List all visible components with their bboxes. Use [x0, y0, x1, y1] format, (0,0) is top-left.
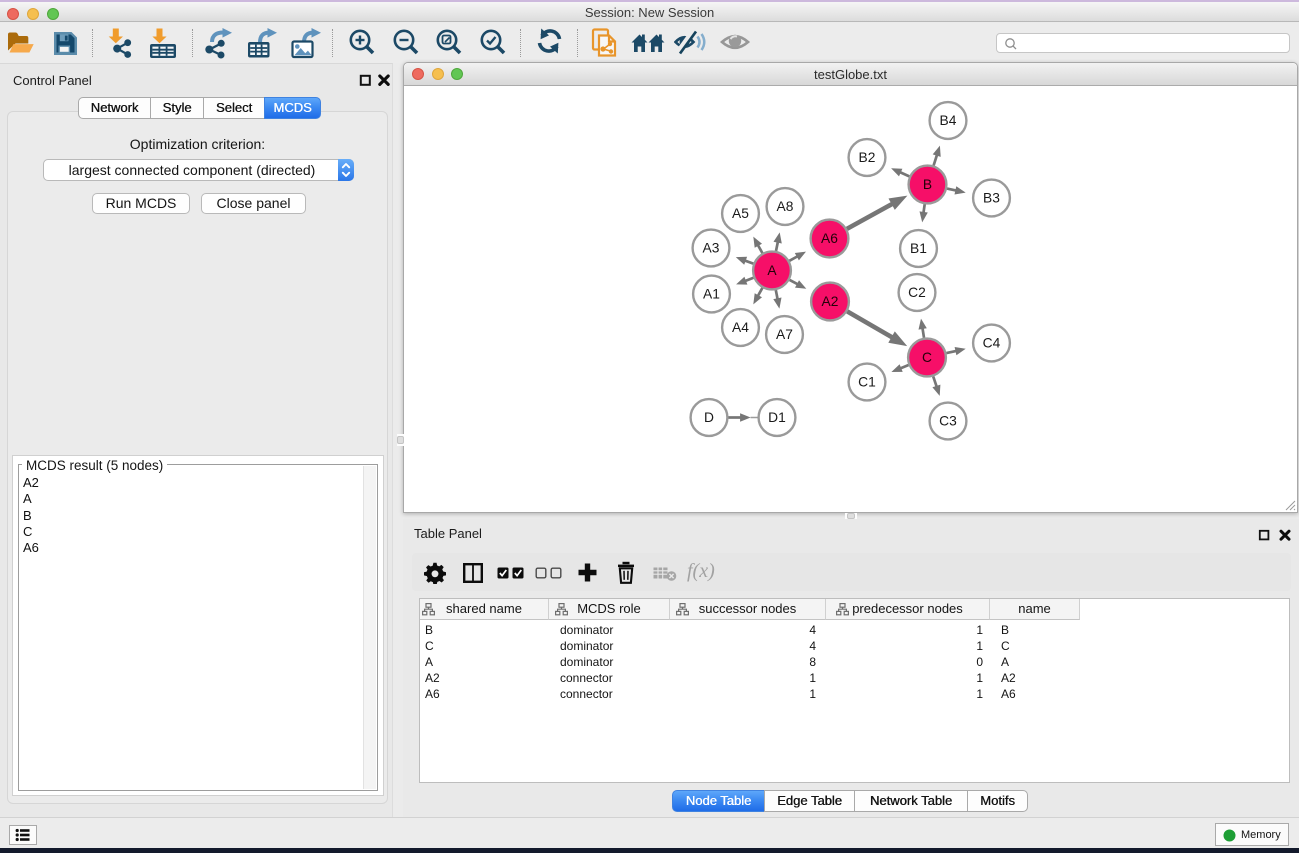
- svg-text:C: C: [922, 350, 932, 365]
- svg-text:B2: B2: [859, 150, 876, 165]
- svg-text:A7: A7: [776, 327, 793, 342]
- svg-text:C3: C3: [939, 414, 957, 429]
- svg-text:A6: A6: [821, 231, 838, 246]
- svg-text:A2: A2: [822, 294, 839, 309]
- svg-text:A: A: [767, 263, 777, 278]
- svg-text:C1: C1: [858, 375, 876, 390]
- svg-text:A1: A1: [703, 287, 720, 302]
- svg-text:B4: B4: [940, 113, 957, 128]
- svg-text:B: B: [923, 177, 932, 192]
- svg-text:A5: A5: [732, 206, 749, 221]
- svg-text:C2: C2: [908, 285, 926, 300]
- svg-text:A4: A4: [732, 320, 749, 335]
- svg-text:C4: C4: [983, 336, 1001, 351]
- svg-text:B1: B1: [910, 241, 927, 256]
- svg-text:D: D: [704, 410, 714, 425]
- svg-text:A8: A8: [777, 199, 794, 214]
- svg-text:D1: D1: [768, 410, 786, 425]
- svg-text:A3: A3: [703, 241, 720, 256]
- svg-text:B3: B3: [983, 191, 1000, 206]
